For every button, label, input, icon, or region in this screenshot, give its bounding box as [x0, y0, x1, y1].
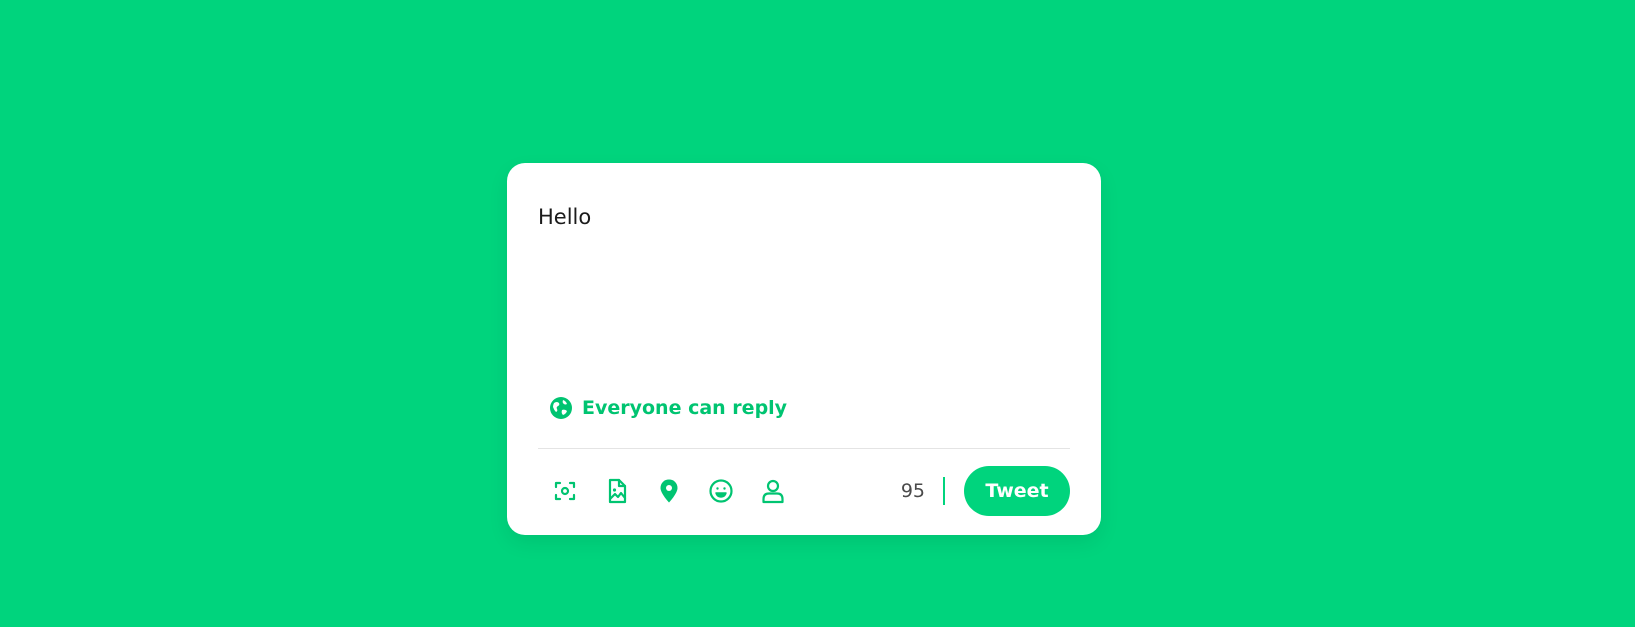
image-file-button[interactable]: [599, 473, 635, 509]
location-button[interactable]: [651, 473, 687, 509]
globe-icon: [550, 397, 572, 419]
compose-toolbar: 95 Tweet: [538, 466, 1070, 516]
emoji-icon: [709, 479, 733, 503]
character-count: 95: [900, 480, 925, 502]
tweet-button[interactable]: Tweet: [964, 466, 1070, 516]
reply-setting-button[interactable]: Everyone can reply: [549, 396, 787, 420]
emoji-button[interactable]: [703, 473, 739, 509]
camera-button[interactable]: [547, 473, 583, 509]
tool-icons: [538, 473, 791, 509]
image-file-icon: [608, 478, 627, 504]
tweet-input[interactable]: Hello: [538, 205, 1068, 355]
reply-setting-label: Everyone can reply: [582, 397, 788, 419]
toolbar-right: 95 Tweet: [901, 466, 1070, 516]
divider: [538, 448, 1070, 449]
location-pin-icon: [660, 479, 678, 503]
tag-user-button[interactable]: [755, 473, 791, 509]
count-separator: [943, 477, 945, 505]
camera-icon: [554, 481, 576, 501]
user-icon: [762, 479, 784, 504]
tweet-compose-card: Hello Everyone can reply 95 Tweet: [507, 163, 1101, 535]
